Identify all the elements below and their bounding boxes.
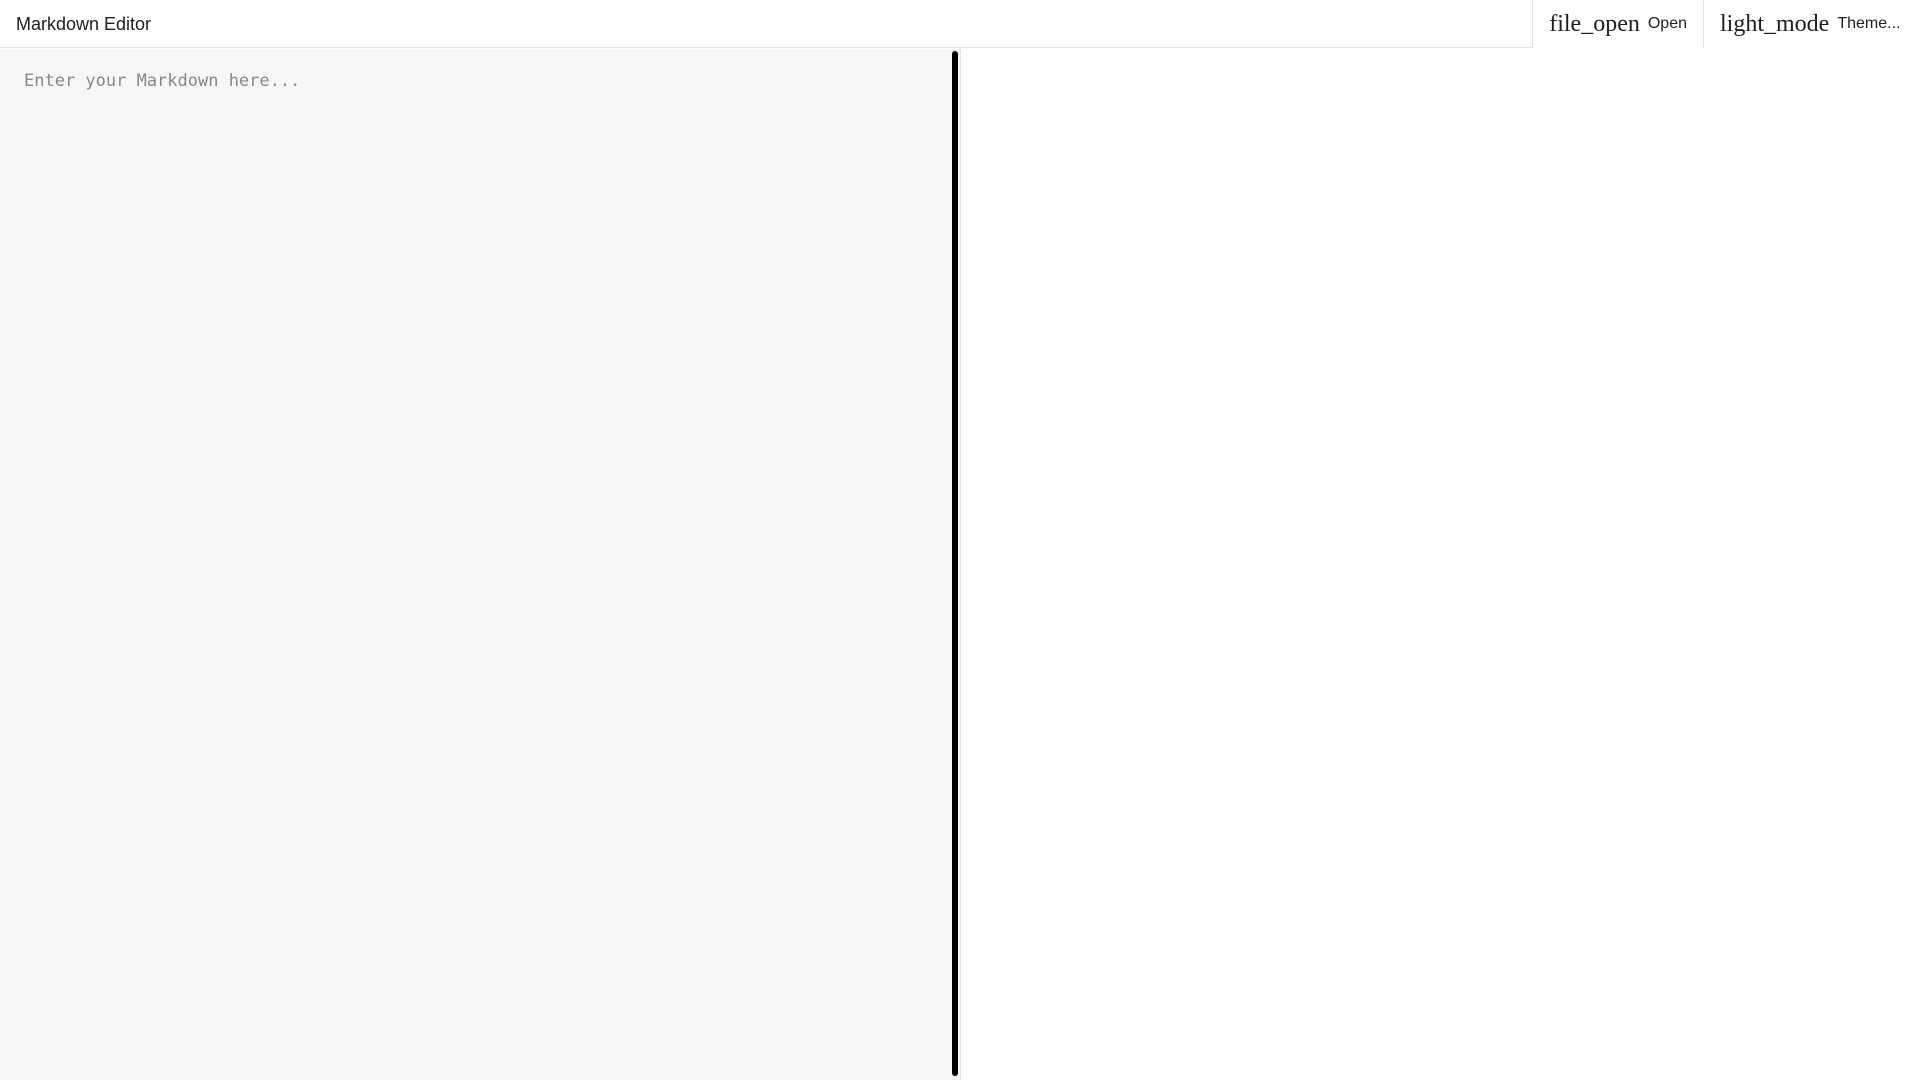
preview-pane	[961, 49, 1920, 1080]
file-open-icon: file_open	[1549, 10, 1640, 37]
editor-scrollbar-thumb[interactable]	[952, 51, 958, 1076]
app-header: Markdown Editor file_open Open light_mod…	[0, 0, 1920, 48]
open-button-label: Open	[1647, 15, 1687, 32]
open-button[interactable]: file_open Open	[1532, 0, 1703, 48]
markdown-input[interactable]	[0, 49, 950, 1080]
light-mode-icon: light_mode	[1720, 10, 1830, 37]
toolbar: file_open Open light_mode Theme...	[1532, 0, 1920, 48]
editor-scrollbar[interactable]	[950, 49, 960, 1080]
theme-button-label: Theme...	[1837, 15, 1901, 32]
editor-pane	[0, 49, 950, 1080]
theme-button[interactable]: light_mode Theme...	[1703, 0, 1920, 48]
app-title: Markdown Editor	[16, 14, 152, 34]
